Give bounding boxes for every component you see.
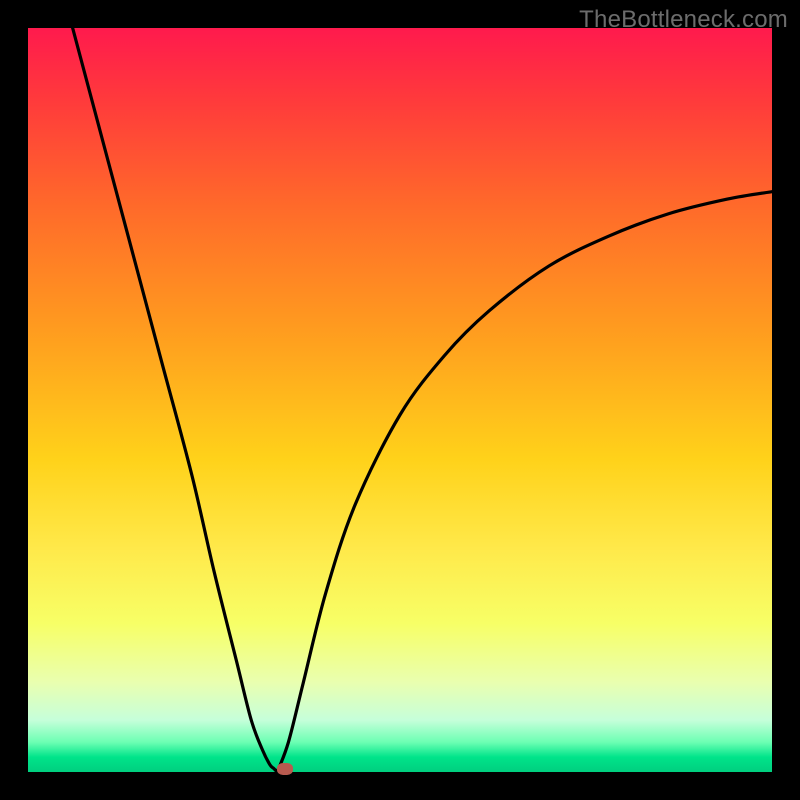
watermark-text: TheBottleneck.com — [579, 6, 788, 34]
optimum-marker — [277, 763, 293, 775]
chart-frame: TheBottleneck.com — [0, 0, 800, 800]
bottleneck-curve — [28, 28, 772, 772]
chart-plot-area — [28, 28, 772, 772]
curve-path — [73, 28, 772, 772]
